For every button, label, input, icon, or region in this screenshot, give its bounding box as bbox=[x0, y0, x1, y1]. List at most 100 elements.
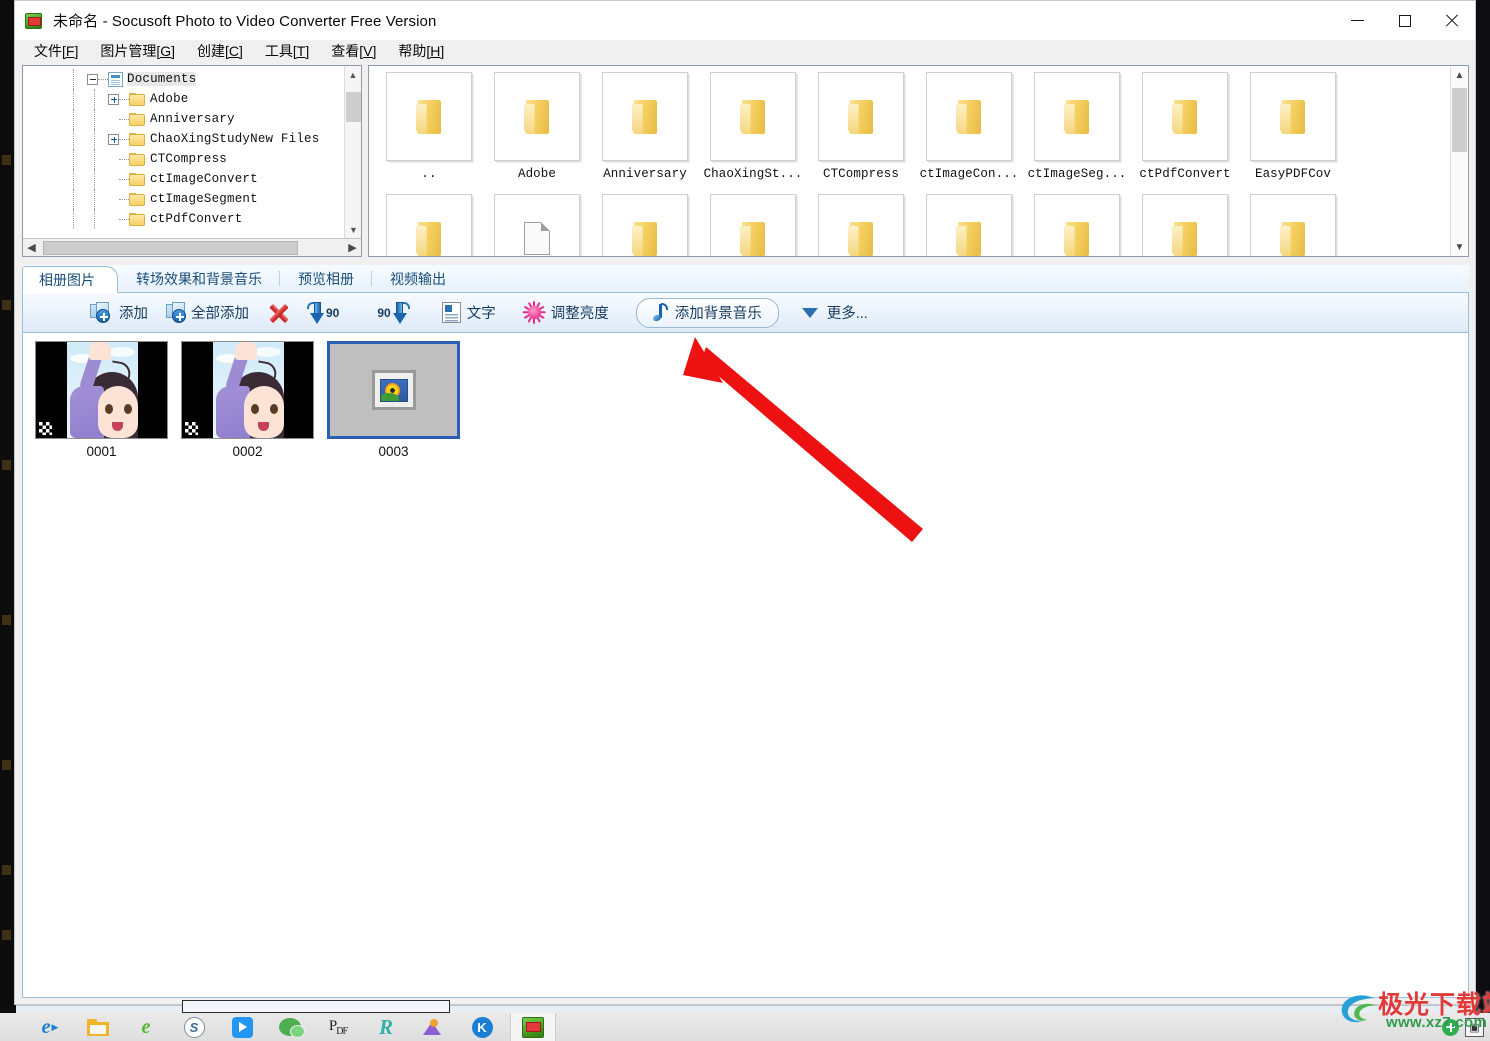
file-explorer-icon[interactable] bbox=[84, 1015, 112, 1039]
photo-image bbox=[67, 342, 138, 438]
scroll-left-icon[interactable]: ◀ bbox=[23, 240, 40, 256]
close-button[interactable] bbox=[1428, 1, 1475, 40]
file-item[interactable]: ctImageSeg... bbox=[1023, 72, 1131, 194]
filmstrip-item[interactable]: 0002 bbox=[181, 341, 314, 459]
tree-node-chaoxingstudynew-files[interactable]: ChaoXingStudyNew Files bbox=[23, 129, 361, 149]
menu-picture-manage[interactable]: 图片管理[G] bbox=[89, 41, 186, 61]
video-player-icon[interactable] bbox=[228, 1015, 256, 1039]
renren-icon[interactable]: R bbox=[372, 1015, 400, 1039]
file-item[interactable]: Anniversary bbox=[591, 72, 699, 194]
sogou-icon[interactable]: S bbox=[180, 1015, 208, 1039]
file-item[interactable]: .. bbox=[375, 72, 483, 194]
rotate-right-button[interactable]: 90 bbox=[367, 297, 416, 329]
tray-box-icon[interactable]: ▣ bbox=[1465, 1017, 1484, 1037]
scroll-up-icon[interactable]: ▲ bbox=[1451, 66, 1468, 84]
filmstrip-item-selected[interactable]: 0003 bbox=[327, 341, 460, 459]
tree-node-label: Adobe bbox=[150, 92, 189, 106]
folder-icon bbox=[847, 221, 875, 256]
tree-node-ctpdfconvert[interactable]: ctPdfConvert bbox=[23, 209, 361, 229]
minimize-button[interactable] bbox=[1334, 1, 1381, 40]
tree-node-ctcompress[interactable]: CTCompress bbox=[23, 149, 361, 169]
menu-view[interactable]: 查看[V] bbox=[320, 41, 387, 61]
add-background-music-button[interactable]: 添加背景音乐 bbox=[635, 297, 779, 328]
rotate-left-button[interactable]: 90 bbox=[300, 297, 349, 329]
tree-vertical-scrollbar[interactable]: ▲ ▼ bbox=[344, 66, 361, 238]
file-item[interactable] bbox=[807, 194, 915, 256]
tab-video-output[interactable]: 视频输出 bbox=[372, 265, 464, 292]
file-item[interactable] bbox=[699, 194, 807, 256]
wechat-icon[interactable] bbox=[276, 1015, 305, 1039]
menu-create[interactable]: 创建[C] bbox=[186, 41, 254, 61]
file-scroll-thumb[interactable] bbox=[1452, 88, 1467, 152]
folder-icon bbox=[415, 221, 443, 256]
folder-icon bbox=[129, 192, 145, 206]
scroll-down-icon[interactable]: ▼ bbox=[345, 221, 361, 238]
kingsoft-icon[interactable]: K bbox=[468, 1015, 496, 1039]
file-item[interactable] bbox=[483, 194, 591, 256]
image-placeholder-icon bbox=[371, 370, 416, 410]
menu-tools[interactable]: 工具[T] bbox=[254, 41, 320, 61]
file-thumb bbox=[818, 194, 904, 256]
internet-explorer-icon[interactable]: e ▶ bbox=[36, 1015, 64, 1039]
browser-green-icon[interactable]: e bbox=[132, 1015, 160, 1039]
file-grid[interactable]: .. Adobe Anniversary ChaoXingSt... CTCom… bbox=[369, 66, 1450, 256]
file-item[interactable]: EasyPDFCov bbox=[1239, 72, 1347, 194]
tree-scroll-thumb[interactable] bbox=[346, 92, 361, 122]
tree-expander-expand-icon[interactable] bbox=[108, 93, 119, 105]
filmstrip-item[interactable]: 0001 bbox=[35, 341, 168, 459]
file-item[interactable]: Adobe bbox=[483, 72, 591, 194]
add-all-button[interactable]: 全部添加 bbox=[157, 297, 258, 329]
tab-album-pictures[interactable]: 相册图片 bbox=[22, 266, 118, 293]
tree-node-documents[interactable]: Documents bbox=[23, 69, 361, 89]
scroll-up-icon[interactable]: ▲ bbox=[345, 66, 361, 83]
scroll-right-icon[interactable]: ▶ bbox=[344, 240, 361, 256]
tab-transitions-and-music[interactable]: 转场效果和背景音乐 bbox=[118, 265, 280, 292]
file-thumb bbox=[710, 194, 796, 256]
taskbar: e ▶ e S PDF R K ▣ bbox=[0, 1013, 1490, 1041]
tree-node-anniversary[interactable]: Anniversary bbox=[23, 109, 361, 129]
brightness-button[interactable]: 调整亮度 bbox=[515, 297, 618, 329]
tab-preview-album[interactable]: 预览相册 bbox=[280, 265, 372, 292]
folder-tree[interactable]: Documents Adobe Anniversary ChaoXingStud… bbox=[23, 66, 361, 238]
text-button[interactable]: 文字 bbox=[433, 297, 505, 329]
meitu-icon[interactable] bbox=[420, 1015, 448, 1039]
socusoft-taskbar-icon[interactable] bbox=[510, 1013, 556, 1041]
tree-expander-expand-icon[interactable] bbox=[108, 133, 119, 145]
file-item[interactable]: ChaoXingSt... bbox=[699, 72, 807, 194]
file-item[interactable]: ctImageCon... bbox=[915, 72, 1023, 194]
plus-badge-icon[interactable] bbox=[1442, 1018, 1459, 1036]
add-button[interactable]: 添加 bbox=[81, 297, 157, 329]
file-item[interactable]: imageocr_win bbox=[375, 194, 483, 256]
file-item[interactable]: CTCompress bbox=[807, 72, 915, 194]
scroll-down-icon[interactable]: ▼ bbox=[1451, 238, 1468, 256]
filmstrip-area[interactable]: 0001 0002 0003 bbox=[22, 333, 1469, 998]
file-scroll-track[interactable] bbox=[1451, 84, 1468, 238]
tree-hscroll-thumb[interactable] bbox=[43, 240, 298, 255]
application-window: 未命名 - Socusoft Photo to Video Converter … bbox=[14, 0, 1476, 1005]
file-item[interactable]: ctPdfConvert bbox=[1131, 72, 1239, 194]
more-button[interactable]: 更多... bbox=[793, 297, 877, 329]
file-item[interactable] bbox=[1131, 194, 1239, 256]
tree-node-ctimagesegment[interactable]: ctImageSegment bbox=[23, 189, 361, 209]
menu-help[interactable]: 帮助[H] bbox=[387, 41, 455, 61]
delete-button[interactable] bbox=[258, 297, 300, 329]
tree-node-ctimageconvert[interactable]: ctImageConvert bbox=[23, 169, 361, 189]
file-browser-scrollbar[interactable]: ▲ ▼ bbox=[1450, 66, 1468, 256]
folder-icon bbox=[129, 152, 145, 166]
chevron-down-icon bbox=[801, 307, 818, 318]
folder-icon bbox=[739, 221, 767, 256]
menu-file[interactable]: 文件[F] bbox=[23, 41, 89, 61]
tree-expander-collapse-icon[interactable] bbox=[87, 73, 98, 85]
tree-node-adobe[interactable]: Adobe bbox=[23, 89, 361, 109]
file-item[interactable] bbox=[591, 194, 699, 256]
maximize-button[interactable] bbox=[1381, 1, 1428, 40]
tree-horizontal-scrollbar[interactable]: ◀ ▶ bbox=[23, 238, 361, 256]
file-item[interactable] bbox=[1023, 194, 1131, 256]
tree-hscroll-track[interactable] bbox=[40, 239, 344, 256]
pdf-icon[interactable]: PDF bbox=[324, 1015, 352, 1039]
file-label: CTCompress bbox=[822, 167, 899, 181]
file-thumb bbox=[602, 72, 688, 161]
file-thumb bbox=[494, 72, 580, 161]
file-item[interactable] bbox=[1239, 194, 1347, 256]
file-item[interactable] bbox=[915, 194, 1023, 256]
